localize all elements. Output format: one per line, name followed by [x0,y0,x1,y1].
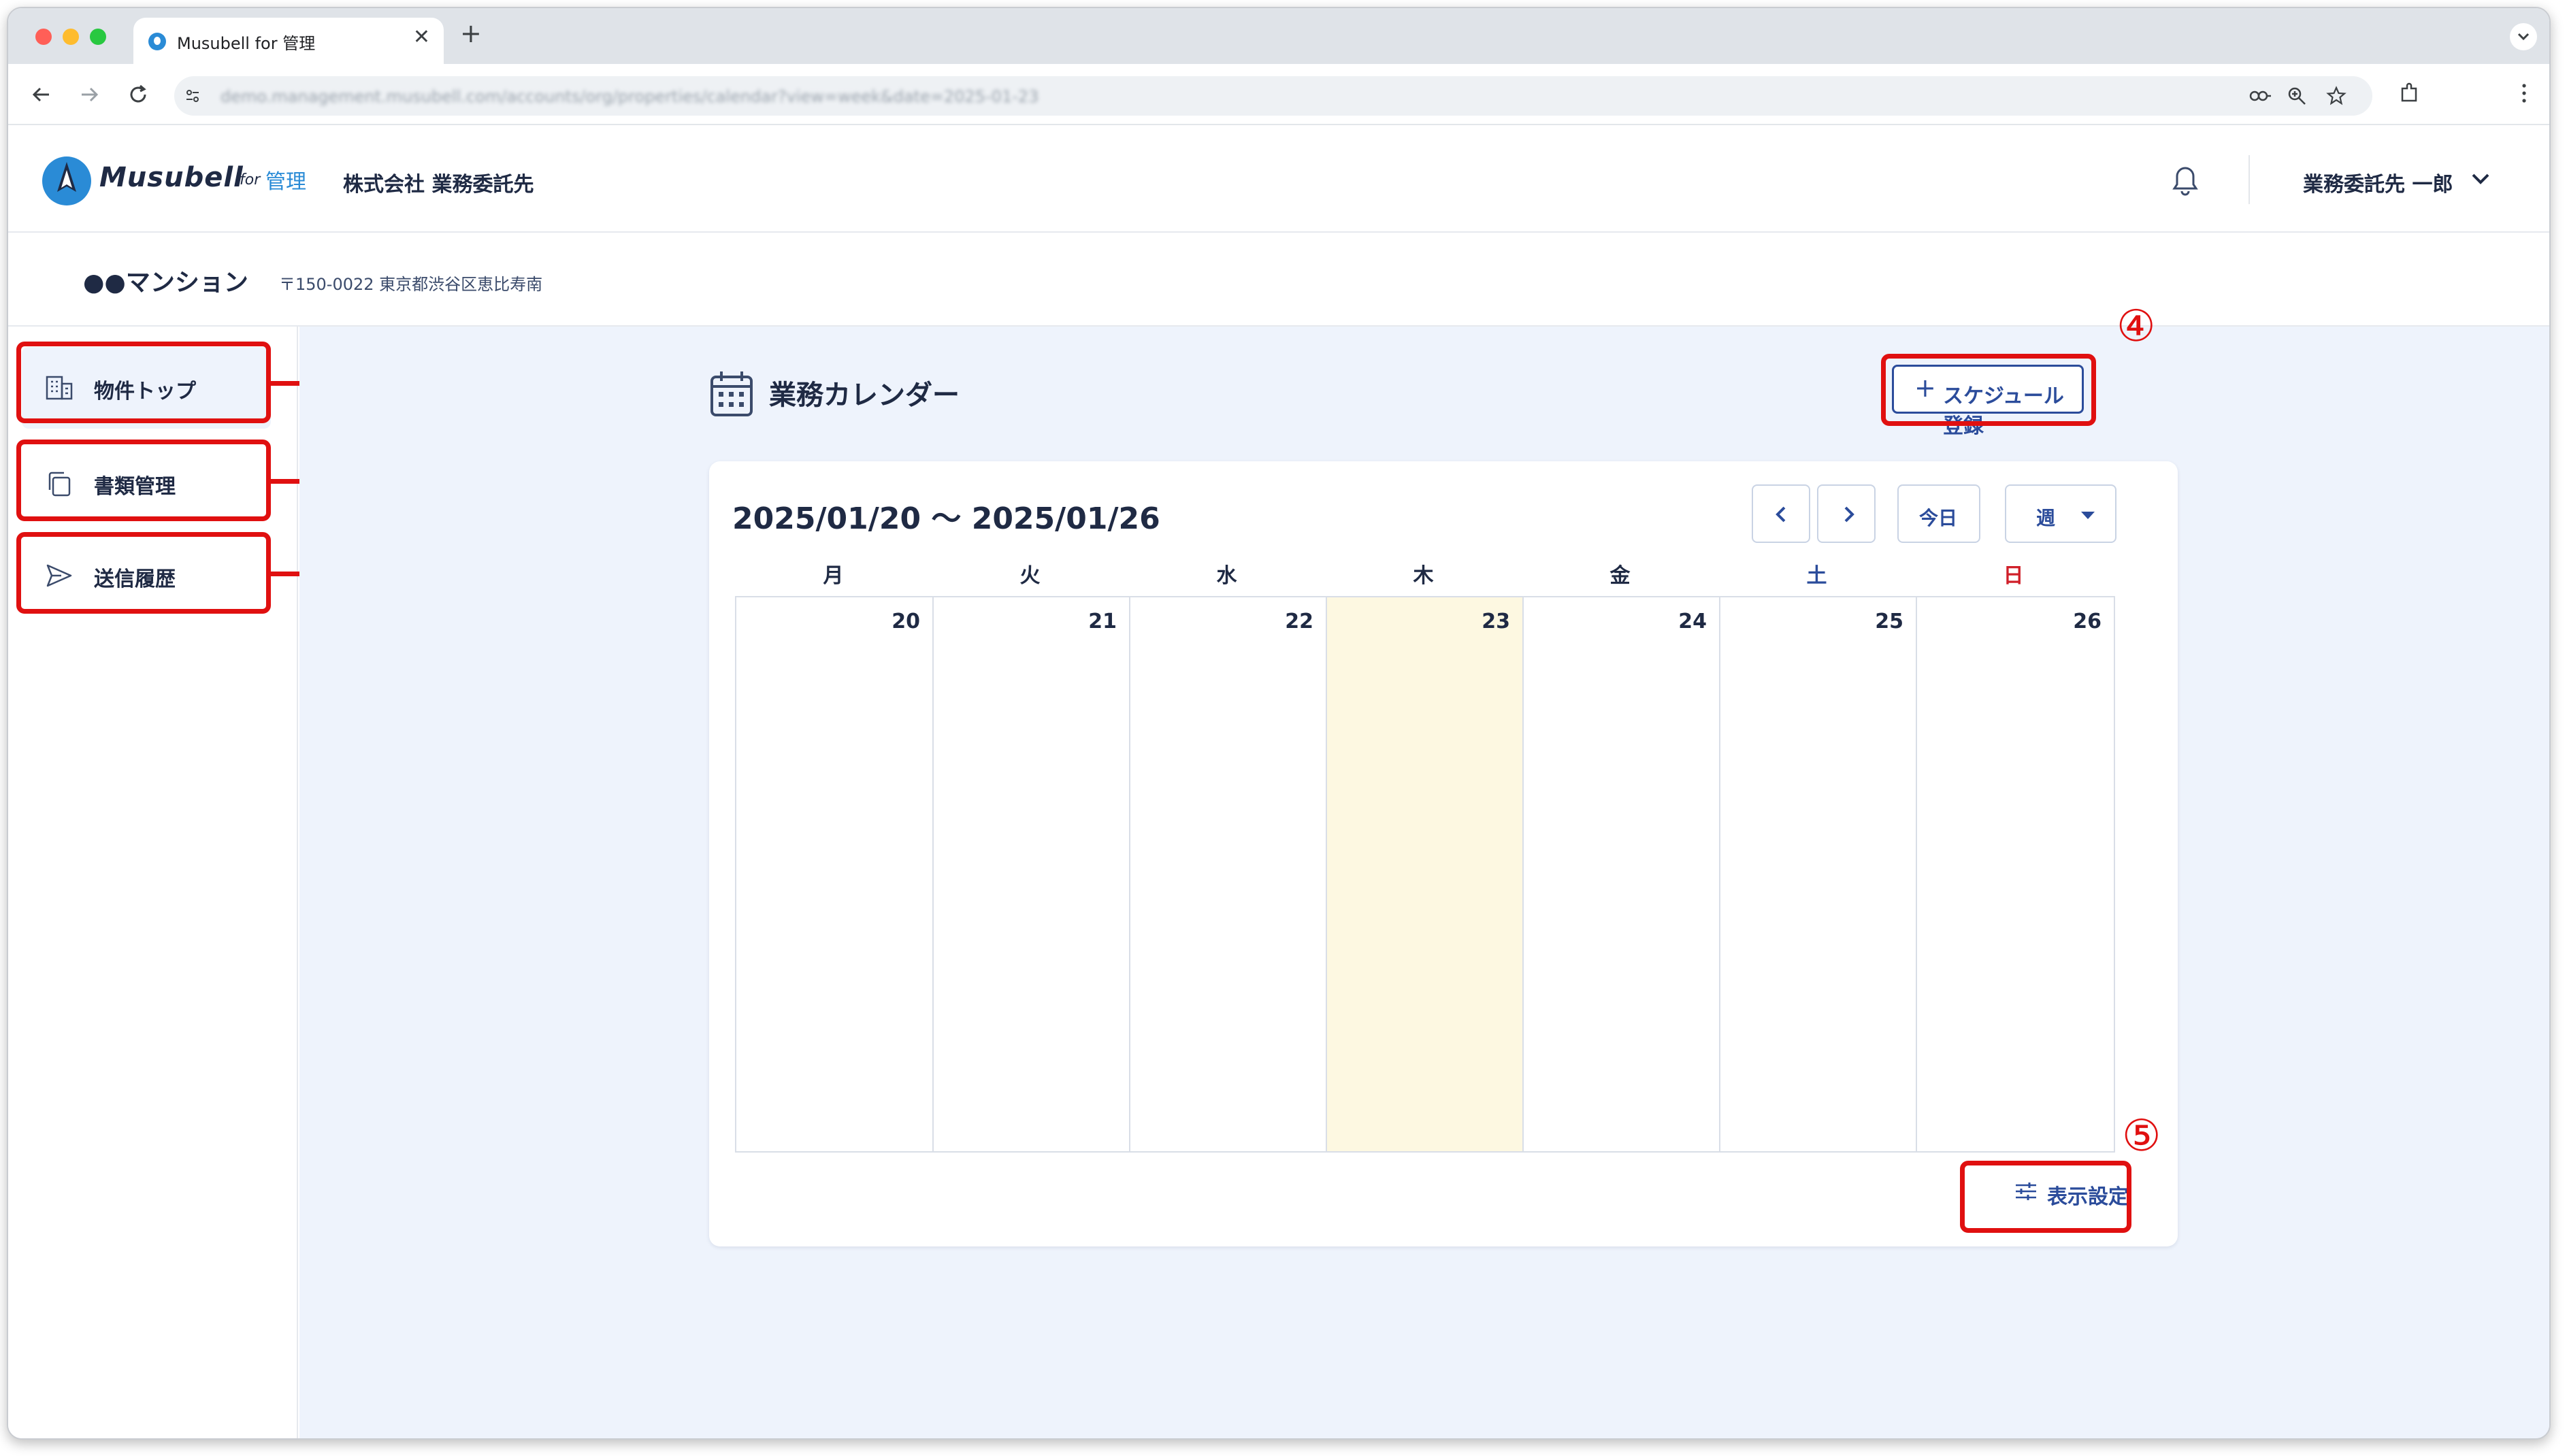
weekday-header: 水 [1216,564,1237,588]
view-select[interactable]: 週 [2005,484,2116,543]
property-name: ●●マンション [83,269,248,297]
calendar-grid: 20 21 22 23 24 25 26 [735,596,2115,1153]
view-select-value: 週 [2036,507,2056,529]
site-settings-icon[interactable] [184,87,201,105]
date-range: 2025/01/20 〜 2025/01/26 [732,501,1160,536]
page-title: 業務カレンダー [769,380,960,411]
annotation-number-4: ④ [2116,301,2156,352]
day-number: 21 [1088,610,1117,633]
bell-icon[interactable] [2171,165,2200,196]
company-name: 株式会社 業務委託先 [343,173,534,197]
browser-window: Musubell for 管理 ✕ + demo.management.musu… [7,7,2551,1440]
chevron-down-icon [2517,33,2530,41]
day-cell-today[interactable]: 23 [1327,597,1524,1151]
day-cell[interactable]: 20 [736,597,934,1151]
prev-week-button[interactable] [1752,484,1810,543]
weekday-header-sunday: 日 [2003,564,2024,588]
day-number: 20 [892,610,920,633]
tab-close-icon[interactable]: ✕ [413,27,430,48]
tab-search-button[interactable] [2510,23,2537,50]
annotation-box-4 [1881,354,2096,426]
week-calendar: 月 火 水 木 金 土 日 20 21 22 23 24 25 26 [735,561,2115,1153]
property-address: 〒150-0022 東京都渋谷区恵比寿南 [279,275,543,294]
chevron-right-icon [1844,506,1854,523]
today-button[interactable]: 今日 [1897,484,1980,543]
day-number: 25 [1875,610,1903,633]
app-header: Musubell for 管理 株式会社 業務委託先 業務委託先 一郎 [8,125,2549,233]
logo-kanri-text: 管理 [265,170,306,194]
weekday-header: 木 [1413,564,1434,588]
weekday-header: 火 [1019,564,1041,588]
weekday-header: 月 [823,564,844,588]
user-menu[interactable]: 業務委託先 一郎 [2303,167,2453,197]
annotation-number-5: ⑤ [2122,1111,2161,1161]
day-number: 22 [1285,610,1313,633]
weekday-header-saturday: 土 [1806,564,1827,588]
property-bar: ●●マンション 〒150-0022 東京都渋谷区恵比寿南 [8,233,2549,327]
musubell-logo-icon[interactable] [41,155,93,207]
url-text: demo.management.musubell.com/accounts/or… [220,87,1039,106]
chevron-down-icon[interactable] [2470,171,2491,186]
annotation-box-1 [16,342,271,423]
zoom-icon[interactable] [2287,86,2307,106]
day-cell[interactable]: 24 [1524,597,1720,1151]
browser-tab-bar: Musubell for 管理 ✕ + [8,8,2549,64]
browser-toolbar: demo.management.musubell.com/accounts/or… [8,64,2549,125]
back-arrow-icon[interactable] [29,82,54,107]
day-number: 26 [2073,610,2102,633]
sidebar: 物件トップ 書類管理 送信履歴 ① ② ③ [8,327,493,1438]
day-cell[interactable]: 22 [1130,597,1327,1151]
next-week-button[interactable] [1817,484,1876,543]
bookmark-star-icon[interactable] [2326,86,2347,106]
weekday-header: 金 [1609,564,1631,588]
today-button-label: 今日 [1919,507,1958,529]
day-cell[interactable]: 26 [1917,597,2114,1151]
password-key-icon[interactable] [2249,86,2272,106]
minimize-window-button[interactable] [63,29,79,45]
annotation-box-2 [16,440,271,521]
reload-icon[interactable] [125,82,151,107]
annotation-box-5 [1960,1161,2131,1233]
logo-for-text: for [240,171,261,188]
new-tab-icon[interactable]: + [460,20,482,46]
day-cell[interactable]: 25 [1720,597,1917,1151]
calendar-icon [710,371,753,416]
browser-tab[interactable]: Musubell for 管理 ✕ [133,18,444,64]
address-bar[interactable]: demo.management.musubell.com/accounts/or… [174,76,2372,116]
calendar-card: 2025/01/20 〜 2025/01/26 今日 週 月 火 水 木 金 土 [709,461,2178,1246]
header-divider [2249,155,2250,204]
logo-text: Musubell [99,162,244,193]
close-window-button[interactable] [35,29,52,45]
day-cell[interactable]: 21 [934,597,1130,1151]
caret-down-icon [2081,512,2095,519]
day-number: 24 [1678,610,1707,633]
chevron-left-icon [1776,506,1786,523]
annotation-box-3 [16,532,271,614]
more-menu-icon[interactable] [2519,82,2529,105]
main-content: 業務カレンダー + スケジュール登録 ④ 2025/01/20 〜 2025/0… [299,305,2549,1438]
extensions-icon[interactable] [2398,82,2421,105]
favicon-icon [148,33,166,50]
forward-arrow-icon[interactable] [76,82,102,107]
tab-title: Musubell for 管理 [177,34,316,53]
day-number: 23 [1482,610,1510,633]
maximize-window-button[interactable] [90,29,106,45]
